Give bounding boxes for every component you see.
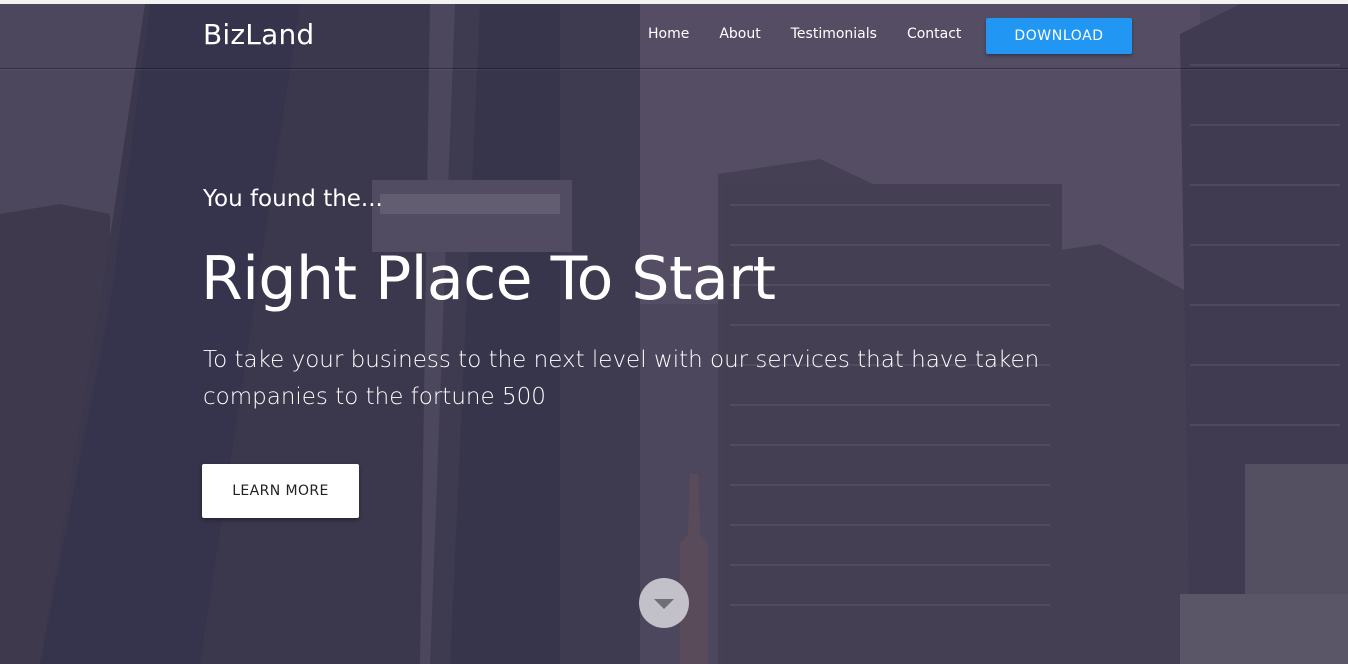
top-border xyxy=(0,0,1348,4)
hero-subtitle: To take your business to the next level … xyxy=(203,347,1040,410)
chevron-down-icon xyxy=(654,599,674,609)
nav-link-contact[interactable]: Contact xyxy=(907,26,961,42)
nav-link-about[interactable]: About xyxy=(719,26,760,42)
hero-title: Right Place To Start xyxy=(201,244,776,314)
scroll-down-button[interactable] xyxy=(639,578,689,628)
hero-overlay xyxy=(0,4,1348,664)
nav-link-testimonials[interactable]: Testimonials xyxy=(791,26,877,42)
hero-pre-title: You found the... xyxy=(203,186,383,212)
download-button[interactable]: DOWNLOAD xyxy=(986,18,1132,54)
nav-link-home[interactable]: Home xyxy=(648,26,689,42)
hero-section xyxy=(0,4,1348,664)
nav-links: Home About Testimonials Contact xyxy=(648,26,991,42)
page: BizLand Home About Testimonials Contact … xyxy=(0,0,1348,664)
navbar: BizLand Home About Testimonials Contact … xyxy=(0,4,1348,69)
learn-more-button[interactable]: LEARN MORE xyxy=(202,464,359,518)
brand-logo[interactable]: BizLand xyxy=(203,18,314,51)
